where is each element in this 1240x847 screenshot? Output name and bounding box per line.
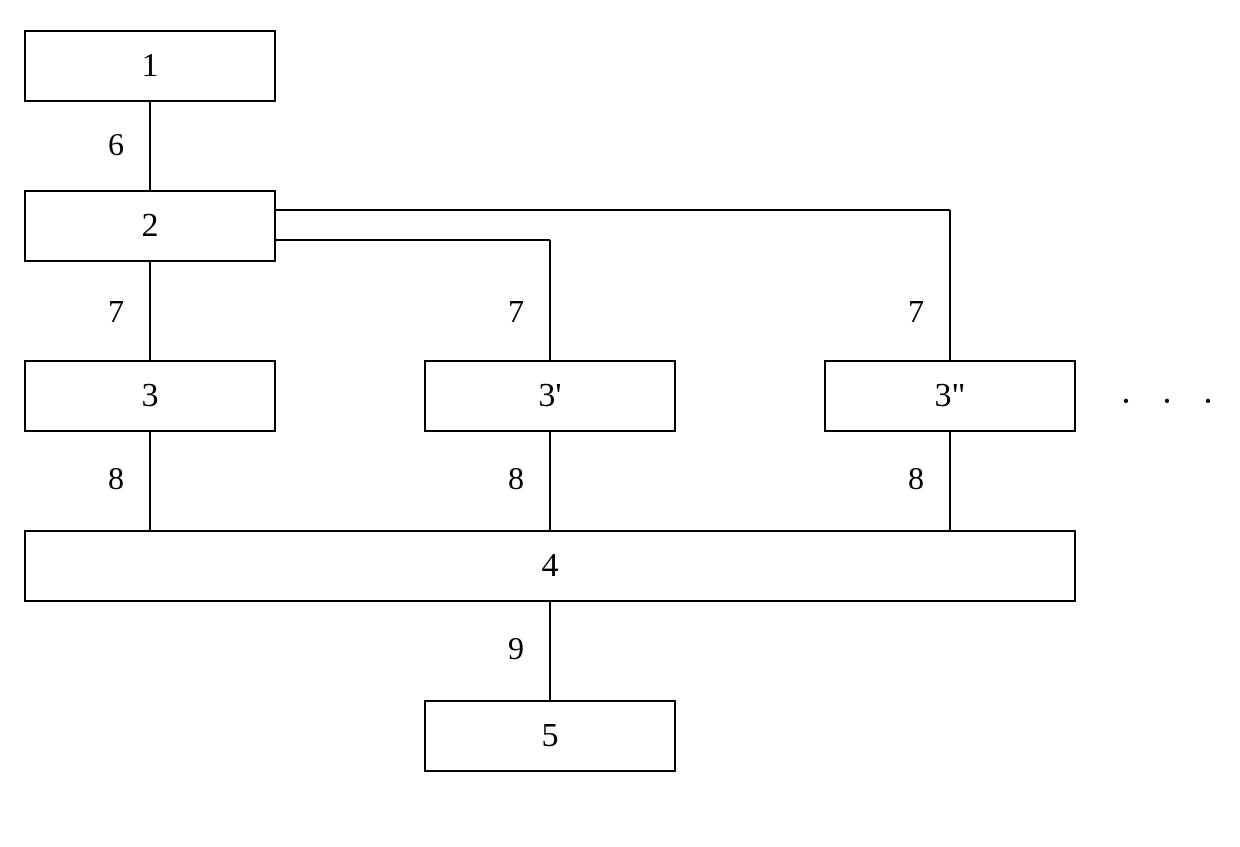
- node-1-label: 1: [142, 47, 159, 85]
- edge-label-8-left: 8: [108, 462, 124, 494]
- node-3: 3: [24, 360, 276, 432]
- node-3-double-prime: 3": [824, 360, 1076, 432]
- node-4-label: 4: [542, 547, 559, 585]
- node-5-label: 5: [542, 717, 559, 755]
- node-2-label: 2: [142, 207, 159, 245]
- edge-label-8-mid: 8: [508, 462, 524, 494]
- ellipsis-icon: · · ·: [1120, 380, 1224, 422]
- edge-label-9: 9: [508, 632, 524, 664]
- edge-label-7-left: 7: [108, 295, 124, 327]
- node-3-label: 3: [142, 377, 159, 415]
- node-4: 4: [24, 530, 1076, 602]
- node-5: 5: [424, 700, 676, 772]
- node-2: 2: [24, 190, 276, 262]
- edge-label-7-mid: 7: [508, 295, 524, 327]
- edge-label-8-right: 8: [908, 462, 924, 494]
- node-3-prime: 3': [424, 360, 676, 432]
- node-1: 1: [24, 30, 276, 102]
- node-3-double-prime-label: 3": [935, 377, 966, 415]
- node-3-prime-label: 3': [538, 377, 561, 415]
- diagram-stage: 1 2 3 3' 3" 4 5 6 7 7 7 8 8 8 9 · · ·: [0, 0, 1240, 847]
- edge-label-6: 6: [108, 128, 124, 160]
- edge-label-7-right: 7: [908, 295, 924, 327]
